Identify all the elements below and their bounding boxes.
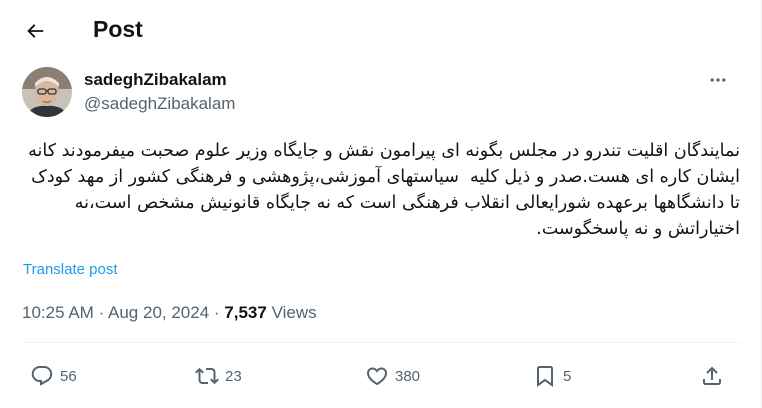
tweet-time[interactable]: 10:25 AM	[22, 303, 94, 322]
more-options-button[interactable]	[700, 68, 736, 92]
heart-icon	[366, 367, 388, 386]
share-icon	[703, 366, 721, 385]
bookmark-button[interactable]: 5	[533, 360, 571, 392]
reply-count: 56	[60, 367, 77, 385]
tweet-text: نمایندگان اقلیت تندرو در مجلس بگونه ای پ…	[22, 141, 740, 239]
meta-dot: ·	[98, 303, 109, 322]
views-count: 7,537	[224, 303, 267, 322]
share-button[interactable]	[700, 360, 724, 392]
meta-dot: ·	[213, 303, 225, 322]
repost-icon	[195, 367, 219, 385]
bookmark-count: 5	[563, 367, 572, 385]
views-label: Views	[271, 303, 317, 322]
more-horizontal-icon	[710, 78, 726, 82]
tweet-meta: 10:25 AM · Aug 20, 2024 · 7,537 Views	[22, 302, 317, 324]
translate-post-link[interactable]: Translate post	[23, 261, 118, 279]
repost-count: 23	[225, 367, 242, 385]
page-title: Post	[93, 16, 143, 42]
bookmark-icon	[537, 366, 553, 387]
reply-icon	[31, 366, 53, 386]
arrow-left-icon	[27, 24, 44, 38]
repost-button[interactable]: 23	[195, 360, 242, 392]
avatar[interactable]	[22, 67, 72, 117]
like-count: 380	[395, 367, 421, 385]
author-display-name[interactable]: sadeghZibakalam	[84, 70, 227, 90]
author-handle[interactable]: @sadeghZibakalam	[84, 94, 235, 114]
tweet-date[interactable]: Aug 20, 2024	[108, 303, 209, 322]
back-button[interactable]	[16, 12, 54, 50]
page-header: Post	[0, 0, 761, 58]
divider	[22, 342, 740, 343]
reply-button[interactable]: 56	[30, 360, 77, 392]
like-button[interactable]: 380	[365, 360, 420, 392]
